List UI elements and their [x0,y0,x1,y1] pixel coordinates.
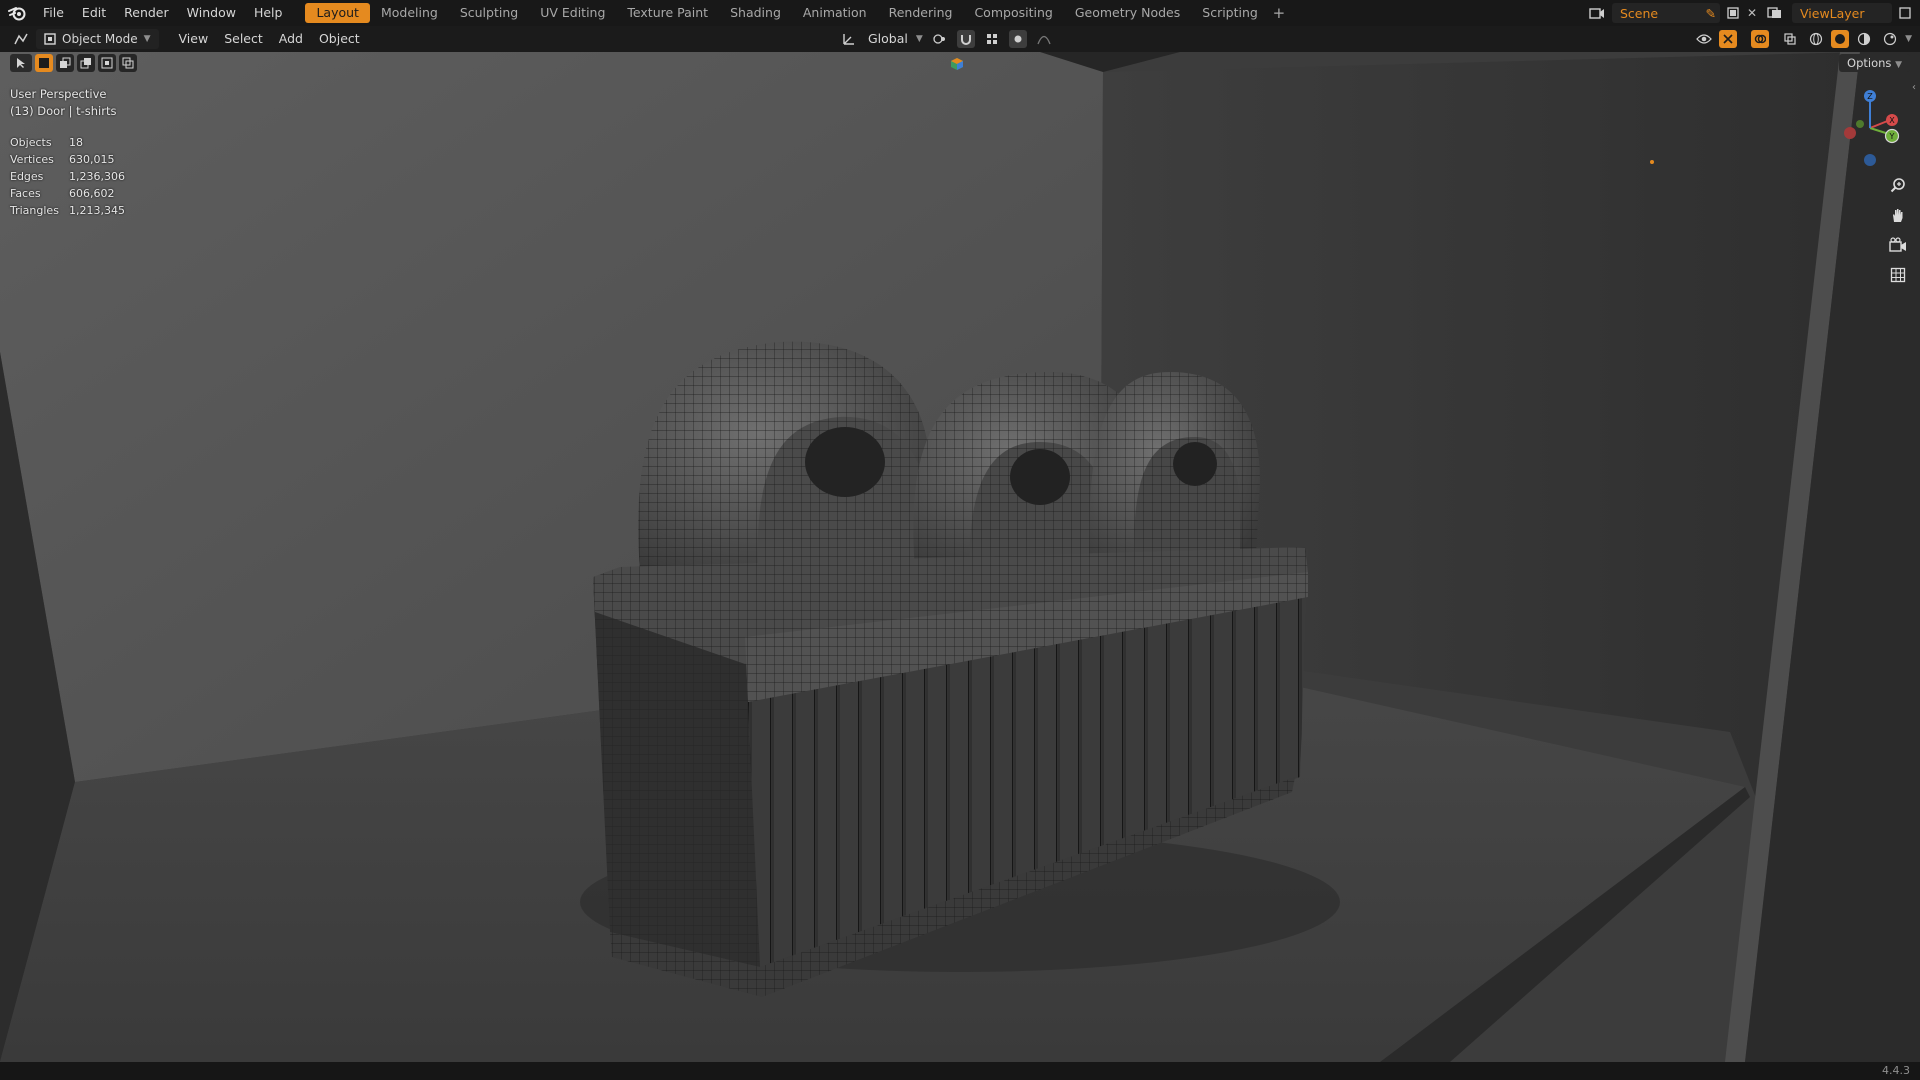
select-new-icon[interactable] [35,54,53,72]
axis-z-label: Z [1867,92,1873,101]
object-origin [1650,160,1654,164]
view-layer-field[interactable]: ViewLayer [1792,3,1892,23]
chevron-down-icon[interactable]: ▼ [1905,34,1912,44]
object-mode-icon [44,33,56,45]
stat-row: Vertices 630,015 [10,153,115,166]
overlays-toggle-icon[interactable] [1751,30,1770,48]
transform-tools: Global ▼ [838,29,1055,49]
select-extend-icon[interactable] [56,54,74,72]
axis-x-label: X [1889,116,1895,125]
menu-view[interactable]: View [171,29,217,49]
viewport-display-tools: ▼ [1693,29,1912,49]
scene-render [0,52,1920,1062]
axis-neg-z-handle[interactable] [1864,154,1876,166]
chevron-down-icon[interactable]: ▼ [916,34,923,44]
tab-compositing[interactable]: Compositing [963,3,1063,23]
gizmo-toggle-icon[interactable] [1719,30,1738,48]
snap-target-icon[interactable] [981,29,1003,49]
scene-selector-icon[interactable] [1586,3,1608,23]
eye-icon[interactable] [1693,29,1715,49]
new-view-layer-icon[interactable] [1894,3,1916,23]
proportional-edit-icon[interactable] [1008,30,1027,48]
tab-animation[interactable]: Animation [792,3,878,23]
tab-modeling[interactable]: Modeling [370,3,449,23]
select-intersect-icon[interactable] [119,54,137,72]
grid-icon[interactable] [1885,262,1911,288]
select-invert-icon[interactable] [98,54,116,72]
version-label: 4.4.3 [1882,1064,1910,1077]
chevron-down-icon: ▼ [143,34,151,44]
tab-geometry-nodes[interactable]: Geometry Nodes [1064,3,1191,23]
transform-orientation-icon[interactable] [838,29,860,49]
solid-shading-icon[interactable] [1831,30,1850,48]
tab-scripting[interactable]: Scripting [1191,3,1269,23]
tab-uv-editing[interactable]: UV Editing [529,3,616,23]
falloff-icon[interactable] [1033,29,1055,49]
xray-toggle-icon[interactable] [1779,29,1801,49]
workspace-tabs: Layout Modeling Sculpting UV Editing Tex… [305,3,1288,23]
axis-neg-x-handle[interactable] [1844,127,1856,139]
options-dropdown[interactable]: Options ▼ [1839,54,1910,72]
axis-neg-y-handle[interactable] [1856,120,1864,128]
menu-object[interactable]: Object [311,29,368,49]
transform-orientation-label[interactable]: Global [866,29,910,49]
axis-y-label: Y [1889,132,1895,141]
blender-logo-icon[interactable] [0,0,34,26]
camera-icon[interactable] [1885,232,1911,258]
stat-row: Triangles 1,213,345 [10,204,125,217]
status-bar: 4.4.3 [0,1062,1920,1080]
scene-field[interactable]: Scene ✎ [1612,3,1720,23]
object-gizmo-icon [950,57,964,74]
zoom-icon[interactable] [1885,172,1911,198]
sidebar-toggle-icon[interactable]: ‹ [1912,82,1916,93]
navigation-gizmo[interactable]: Z X Y [1830,88,1910,168]
tab-layout[interactable]: Layout [305,3,370,23]
menu-edit[interactable]: Edit [73,0,115,26]
scene-name: Scene [1620,5,1659,21]
active-object-label: (13) Door | t-shirts [10,104,117,118]
tab-texture-paint[interactable]: Texture Paint [616,3,719,23]
magnet-icon[interactable] [956,30,975,48]
hand-icon[interactable] [1885,202,1911,228]
stat-row: Faces 606,602 [10,187,115,200]
view-layer-icon[interactable] [1764,3,1786,23]
tab-rendering[interactable]: Rendering [878,3,964,23]
tab-shading[interactable]: Shading [719,3,792,23]
chevron-down-icon: ▼ [1895,60,1902,70]
select-subtract-icon[interactable] [77,54,95,72]
material-shading-icon[interactable] [1853,29,1875,49]
object-mode-select[interactable]: Object Mode ▼ [36,29,159,49]
menu-window[interactable]: Window [178,0,245,26]
menu-render[interactable]: Render [115,0,178,26]
menu-add[interactable]: Add [271,29,311,49]
object-mode-label: Object Mode [62,32,138,46]
tab-sculpting[interactable]: Sculpting [449,3,529,23]
3d-viewport[interactable]: User Perspective (13) Door | t-shirts Ob… [0,52,1920,1062]
scene-statistics: Objects 18 Vertices 630,015 Edges 1,236,306… [10,134,125,219]
top-menu-bar: File Edit Render Window Help Layout Mode… [0,0,1920,26]
stat-row: Edges 1,236,306 [10,170,125,183]
editor-type-icon[interactable] [10,29,32,49]
menu-file[interactable]: File [34,0,73,26]
select-tool-icon[interactable] [10,54,32,72]
stat-row: Objects 18 [10,136,83,149]
add-workspace-button[interactable]: + [1269,3,1289,23]
selection-mode-buttons [10,54,137,72]
view-layer-name: ViewLayer [1800,5,1865,21]
pivot-point-icon[interactable] [929,29,951,49]
view-name-label: User Perspective [10,87,107,101]
options-label: Options [1847,56,1892,70]
pin-icon[interactable]: ✎ [1706,6,1720,21]
rendered-shading-icon[interactable] [1879,29,1901,49]
wireframe-shading-icon[interactable] [1805,29,1827,49]
viewport-header: Object Mode ▼ View Select Add Object Glo… [0,26,1920,52]
menu-help[interactable]: Help [245,0,292,26]
menu-select[interactable]: Select [216,29,271,49]
delete-scene-icon[interactable]: ✕ [1741,3,1763,23]
